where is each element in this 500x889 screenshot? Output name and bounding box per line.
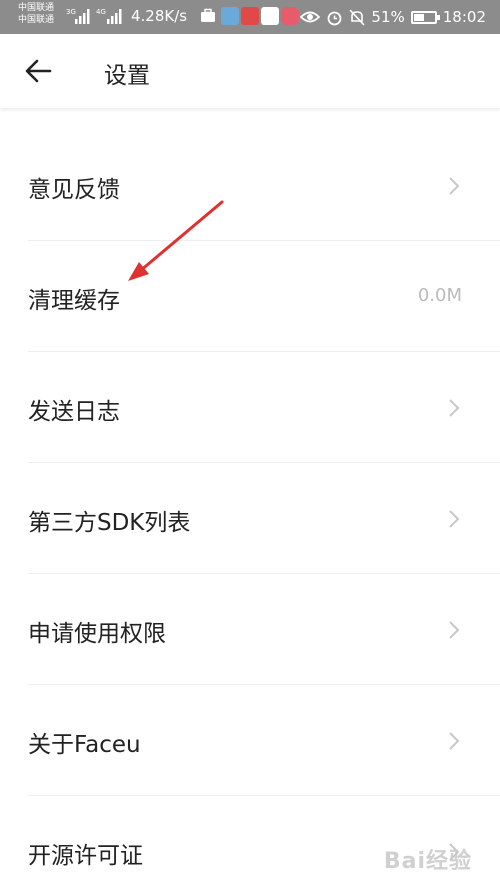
chevron-right-icon bbox=[449, 510, 460, 528]
status-bar: 中国联通 中国联通 3G 4G 4.28K/s 51% 18:02 bbox=[0, 0, 500, 34]
settings-item-sdk-list[interactable]: 第三方SDK列表 bbox=[28, 463, 500, 574]
settings-item-label: 意见反馈 bbox=[28, 177, 120, 203]
cache-size-value: 0.0M bbox=[417, 285, 462, 306]
carrier-info: 中国联通 中国联通 bbox=[18, 2, 54, 26]
eye-icon bbox=[300, 11, 321, 23]
settings-item-label: 发送日志 bbox=[28, 399, 120, 425]
signal-icon bbox=[75, 9, 90, 24]
settings-item-label: 清理缓存 bbox=[28, 288, 120, 314]
settings-item-send-log[interactable]: 发送日志 bbox=[28, 352, 500, 463]
clock: 18:02 bbox=[442, 8, 486, 26]
settings-item-clear-cache[interactable]: 清理缓存 0.0M bbox=[28, 241, 500, 352]
settings-item-label: 申请使用权限 bbox=[28, 621, 166, 647]
app-notification-icon bbox=[281, 7, 299, 25]
chevron-right-icon bbox=[449, 732, 460, 750]
carrier-1: 中国联通 bbox=[18, 3, 55, 13]
watermark-logo: Bai经验 bbox=[383, 849, 472, 874]
chevron-right-icon bbox=[449, 177, 460, 195]
signal-icon bbox=[107, 9, 122, 24]
app-header: 设置 bbox=[0, 34, 500, 108]
battery-fill bbox=[413, 13, 424, 21]
mute-bell-icon bbox=[349, 8, 366, 26]
alarm-icon bbox=[328, 11, 342, 25]
back-arrow-icon[interactable] bbox=[24, 58, 52, 84]
settings-item-label: 第三方SDK列表 bbox=[28, 510, 191, 536]
app-notification-icon bbox=[241, 7, 259, 25]
settings-item-label: 关于Faceu bbox=[28, 732, 141, 758]
battery-icon bbox=[410, 10, 440, 24]
settings-list: 意见反馈 清理缓存 0.0M 发送日志 第三方SDK列表 申请使用权限 关于Fa… bbox=[0, 130, 500, 889]
briefcase-icon bbox=[201, 8, 215, 22]
chevron-right-icon bbox=[449, 621, 460, 639]
battery-percent: 51% bbox=[371, 8, 405, 26]
app-notification-icon bbox=[261, 7, 279, 25]
app-notification-icon bbox=[221, 7, 239, 25]
status-right: 51% 18:02 bbox=[300, 7, 486, 27]
network-type-2: 4G bbox=[96, 8, 106, 16]
carrier-2: 中国联通 bbox=[18, 15, 55, 25]
settings-item-label: 开源许可证 bbox=[28, 843, 143, 869]
settings-item-about[interactable]: 关于Faceu bbox=[28, 685, 500, 796]
page-title: 设置 bbox=[104, 63, 150, 89]
network-speed: 4.28K/s bbox=[131, 7, 188, 25]
settings-item-permissions[interactable]: 申请使用权限 bbox=[28, 574, 500, 685]
settings-item-feedback[interactable]: 意见反馈 bbox=[28, 130, 500, 241]
chevron-right-icon bbox=[449, 399, 460, 417]
